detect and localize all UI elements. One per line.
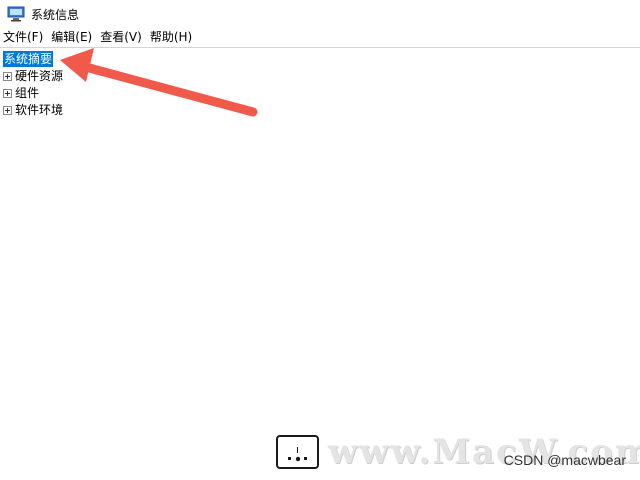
menu-bar: 文件(F) 编辑(E) 查看(V) 帮助(H): [0, 28, 640, 48]
tree-item-label: 硬件资源: [15, 69, 64, 83]
tree-item-label: 系统摘要: [3, 51, 54, 67]
tree-item-label: 组件: [15, 86, 40, 100]
tree-item-software-environment[interactable]: 软件环境: [3, 102, 64, 118]
tree-item-components[interactable]: 组件: [3, 85, 40, 101]
menu-view[interactable]: 查看(V): [96, 28, 146, 47]
window-title: 系统信息: [31, 7, 80, 22]
expand-icon[interactable]: [3, 88, 12, 98]
system-info-icon: [7, 6, 25, 22]
watermark-credit: CSDN @macwbear: [503, 452, 626, 468]
watermark: www.MacW.com CSDN @macwbear: [274, 432, 640, 480]
expand-icon[interactable]: [3, 71, 12, 81]
watermark-logo-icon: [276, 435, 319, 469]
menu-help[interactable]: 帮助(H): [146, 28, 196, 47]
tree-item-hardware-resources[interactable]: 硬件资源: [3, 68, 64, 84]
tree-item-system-summary[interactable]: 系统摘要: [3, 51, 54, 67]
title-bar: 系统信息: [0, 0, 640, 28]
expand-icon[interactable]: [3, 105, 12, 115]
menu-file[interactable]: 文件(F): [0, 28, 47, 47]
category-tree: 系统摘要 硬件资源 组件 软件环境: [0, 49, 640, 480]
tree-item-label: 软件环境: [15, 103, 64, 117]
menu-edit[interactable]: 编辑(E): [47, 28, 96, 47]
